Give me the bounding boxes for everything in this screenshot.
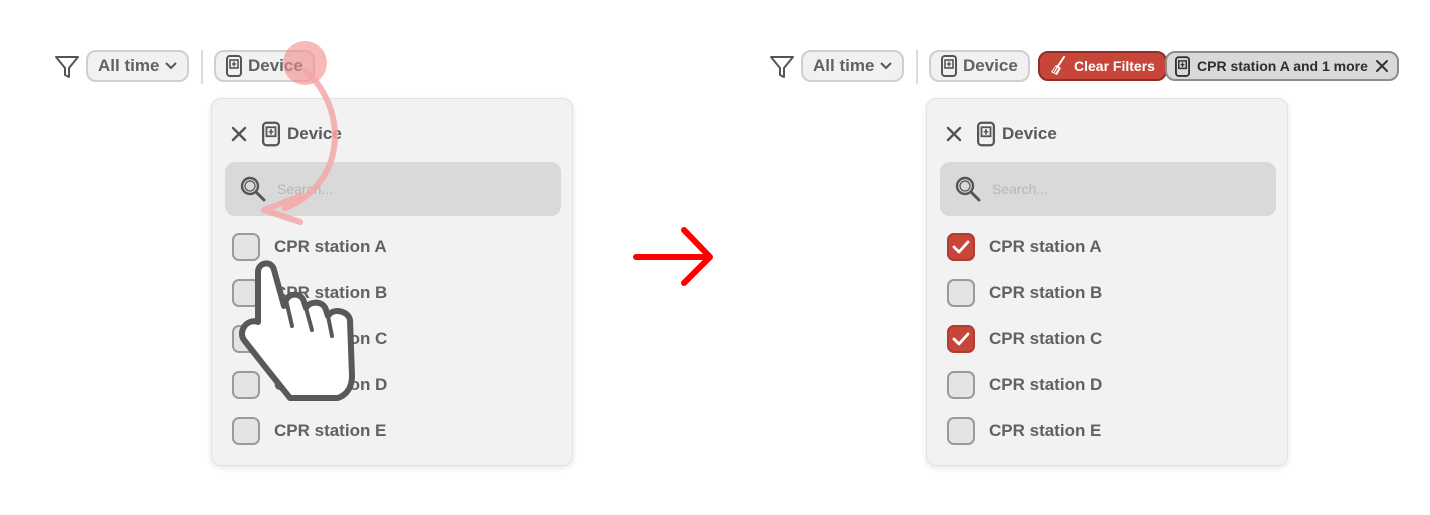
option-row[interactable]: CPR station E	[232, 416, 386, 446]
checkbox[interactable]	[232, 325, 260, 353]
popover-title-label: Device	[287, 124, 342, 143]
device-filter-label: Device	[248, 56, 303, 75]
clear-filters-label: Clear Filters	[1074, 58, 1155, 74]
option-row[interactable]: CPR station C	[947, 324, 1102, 354]
popover-title: Device	[262, 121, 342, 147]
search-input[interactable]: Search...	[940, 162, 1276, 216]
device-filter-label: Device	[963, 56, 1018, 75]
device-filter-button[interactable]: Device	[929, 50, 1030, 82]
before-state-panel: All time Device Device Search... CPR sta…	[0, 0, 715, 515]
popover-title-label: Device	[1002, 124, 1057, 143]
device-icon	[262, 121, 280, 147]
option-label: CPR station A	[989, 237, 1102, 256]
search-icon	[240, 176, 266, 202]
broom-icon	[1051, 56, 1065, 75]
device-filter-button[interactable]: Device	[214, 50, 315, 82]
chevron-down-icon	[165, 62, 178, 70]
checkmark-icon	[952, 240, 970, 254]
option-row[interactable]: CPR station C	[232, 324, 387, 354]
popover-title: Device	[977, 121, 1057, 147]
device-icon	[226, 55, 242, 77]
device-icon	[941, 55, 957, 77]
option-label: CPR station B	[989, 283, 1103, 302]
time-range-label: All time	[813, 56, 875, 75]
clear-filters-button[interactable]: Clear Filters	[1038, 51, 1167, 81]
checkbox[interactable]	[947, 325, 975, 353]
checkmark-icon	[952, 332, 970, 346]
device-filter-popover: Device Search... CPR station A CPR stati…	[211, 98, 573, 466]
toolbar-divider	[201, 50, 203, 84]
option-row[interactable]: CPR station E	[947, 416, 1101, 446]
device-filter-popover: Device Search... CPR station A CPR stati…	[926, 98, 1288, 466]
active-filter-label: CPR station A and 1 more	[1197, 58, 1368, 74]
option-label: CPR station C	[989, 329, 1103, 348]
toolbar-divider	[916, 50, 918, 84]
device-icon	[1175, 55, 1190, 77]
search-placeholder: Search...	[992, 181, 1049, 197]
filter-icon	[55, 56, 79, 78]
checkbox[interactable]	[947, 417, 975, 445]
option-row[interactable]: CPR station B	[232, 278, 387, 308]
search-icon	[955, 176, 981, 202]
filter-icon	[770, 56, 794, 78]
checkbox[interactable]	[947, 233, 975, 261]
time-range-dropdown[interactable]: All time	[801, 50, 905, 82]
option-row[interactable]: CPR station A	[947, 232, 1102, 262]
option-label: CPR station D	[989, 375, 1103, 394]
checkbox[interactable]	[947, 279, 975, 307]
option-label: CPR station A	[274, 237, 387, 256]
time-range-label: All time	[98, 56, 160, 75]
close-icon[interactable]	[230, 125, 248, 143]
close-icon[interactable]	[945, 125, 963, 143]
option-row[interactable]: CPR station D	[947, 370, 1102, 400]
active-filter-chip[interactable]: CPR station A and 1 more	[1165, 51, 1399, 81]
after-state-panel: All time Device Clear Filters CPR statio…	[715, 0, 1430, 515]
chevron-down-icon	[880, 62, 893, 70]
device-icon	[977, 121, 995, 147]
option-row[interactable]: CPR station B	[947, 278, 1102, 308]
option-label: CPR station C	[274, 329, 388, 348]
checkbox[interactable]	[232, 279, 260, 307]
checkbox[interactable]	[947, 371, 975, 399]
time-range-dropdown[interactable]: All time	[86, 50, 190, 82]
checkbox[interactable]	[232, 371, 260, 399]
search-placeholder: Search...	[277, 181, 334, 197]
option-label: CPR station D	[274, 375, 388, 394]
option-row[interactable]: CPR station D	[232, 370, 387, 400]
option-row[interactable]: CPR station A	[232, 232, 387, 262]
search-input[interactable]: Search...	[225, 162, 561, 216]
option-label: CPR station B	[274, 283, 388, 302]
checkbox[interactable]	[232, 233, 260, 261]
close-icon[interactable]	[1375, 59, 1389, 73]
option-label: CPR station E	[274, 421, 387, 440]
checkbox[interactable]	[232, 417, 260, 445]
option-label: CPR station E	[989, 421, 1102, 440]
